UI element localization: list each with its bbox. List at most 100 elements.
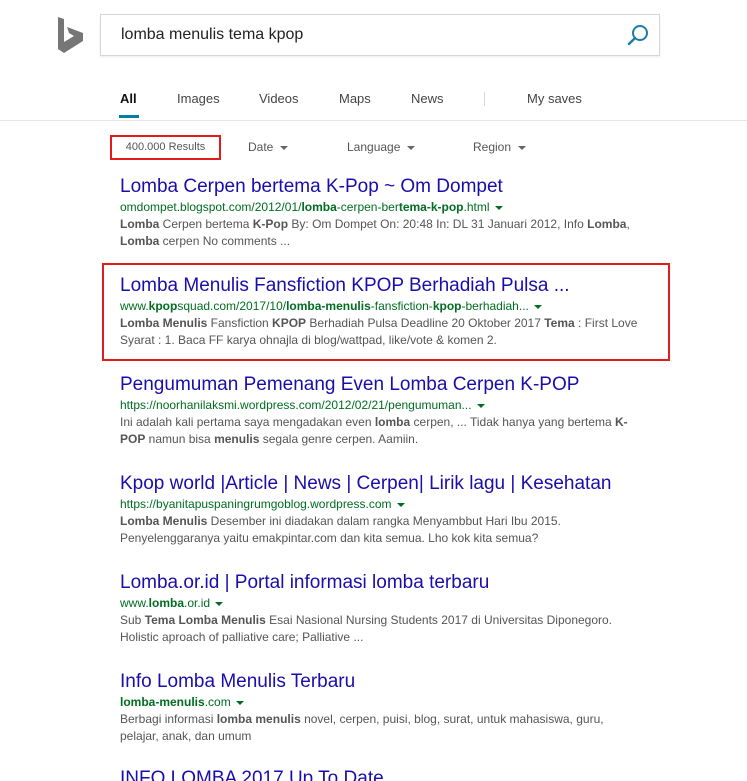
- chevron-down-icon: [407, 145, 416, 150]
- text-segment: -berhadiah...: [461, 299, 529, 313]
- chevron-down-icon: [518, 145, 527, 150]
- search-result: Info Lomba Menulis Terbaru lomba-menulis…: [120, 671, 665, 745]
- highlighted-term: menulis: [214, 432, 260, 446]
- text-segment: www.: [120, 596, 149, 610]
- highlighted-term: Lomba: [587, 217, 627, 231]
- result-title-link[interactable]: Kpop world |Article | News | Cerpen| Lir…: [120, 473, 665, 495]
- highlighted-term: KPOP: [272, 316, 307, 330]
- highlighted-term: Tema: [544, 316, 575, 330]
- chevron-down-icon[interactable]: [235, 700, 244, 705]
- result-snippet: Lomba Menulis Fansfiction KPOP Berhadiah…: [120, 315, 640, 349]
- highlighted-term: lomba-menulis: [286, 299, 371, 313]
- text-segment: .html: [463, 200, 490, 214]
- text-segment: .or.id: [184, 596, 211, 610]
- result-snippet: Ini adalah kali pertama saya mengadakan …: [120, 414, 640, 448]
- tab-maps[interactable]: Maps: [339, 91, 371, 106]
- tab-my-saves[interactable]: My saves: [527, 91, 582, 106]
- search-input[interactable]: [121, 15, 621, 55]
- highlighted-term: Lomba: [120, 234, 160, 248]
- highlighted-term: lomba menulis: [216, 712, 301, 726]
- result-snippet: Lomba Menulis Desember ini diadakan dala…: [120, 513, 640, 547]
- result-title-link[interactable]: Lomba Cerpen bertema K-Pop ~ Om Dompet: [120, 176, 665, 198]
- search-result: Kpop world |Article | News | Cerpen| Lir…: [120, 473, 665, 547]
- highlighted-term: Lomba: [120, 217, 160, 231]
- text-segment: Fansfiction: [207, 316, 273, 330]
- result-url[interactable]: www.lomba.or.id: [120, 595, 665, 611]
- tab-news[interactable]: News: [411, 91, 444, 106]
- search-icon[interactable]: [627, 24, 649, 46]
- highlighted-term: Lomba Menulis: [120, 514, 208, 528]
- region-filter-label: Region: [473, 140, 512, 154]
- highlighted-term: lomba: [148, 596, 185, 610]
- text-segment: -cerpen-ber: [336, 200, 399, 214]
- highlighted-term: tema-k-pop: [398, 200, 464, 214]
- text-segment: cerpen, ... Tidak hanya yang bertema: [410, 415, 615, 429]
- chevron-down-icon[interactable]: [494, 205, 503, 210]
- text-segment: Berbagi informasi: [120, 712, 217, 726]
- highlighted-term: K-Pop: [252, 217, 289, 231]
- active-tab-indicator: [119, 115, 139, 118]
- tab-separator: [484, 92, 485, 106]
- result-url[interactable]: www.kpopsquad.com/2017/10/lomba-menulis-…: [120, 298, 665, 314]
- text-segment: By: Om Dompet On: 20:48 In: DL 31 Januar…: [288, 217, 588, 231]
- search-result: Lomba.or.id | Portal informasi lomba ter…: [120, 572, 665, 646]
- bing-logo-icon[interactable]: [57, 16, 85, 54]
- highlighted-term: kpop: [148, 299, 178, 313]
- text-segment: Ini adalah kali pertama saya mengadakan …: [120, 415, 375, 429]
- text-segment: squad.com/2017/10/: [177, 299, 287, 313]
- search-result: Lomba Cerpen bertema K-Pop ~ Om Dompet o…: [120, 176, 665, 250]
- result-snippet: Sub Tema Lomba Menulis Esai Nasional Nur…: [120, 612, 640, 646]
- filter-bar: 400.000 Results Date Language Region: [0, 132, 747, 162]
- language-filter-label: Language: [347, 140, 401, 154]
- highlighted-term: Tema Lomba Menulis: [144, 613, 266, 627]
- result-title-link[interactable]: Info Lomba Menulis Terbaru: [120, 671, 665, 693]
- tab-images[interactable]: Images: [177, 91, 220, 106]
- search-results-page: All Images Videos Maps News My saves 400…: [0, 0, 747, 781]
- result-title-link[interactable]: Pengumuman Pemenang Even Lomba Cerpen K-…: [120, 374, 665, 396]
- text-segment: cerpen No comments ...: [159, 234, 291, 248]
- search-result: Pengumuman Pemenang Even Lomba Cerpen K-…: [120, 374, 665, 448]
- result-title-link[interactable]: INFO LOMBA 2017 Up To Date: [120, 768, 665, 781]
- result-url[interactable]: lomba-menulis.com: [120, 694, 665, 710]
- text-segment: https://noorhanilaksmi.wordpress.com/201…: [120, 398, 472, 412]
- highlighted-term: lomba: [301, 200, 337, 214]
- text-segment: Sub: [120, 613, 145, 627]
- result-url[interactable]: https://noorhanilaksmi.wordpress.com/201…: [120, 397, 665, 413]
- language-filter[interactable]: Language: [347, 140, 416, 154]
- chevron-down-icon[interactable]: [215, 601, 224, 606]
- text-segment: Cerpen bertema: [159, 217, 253, 231]
- highlighted-term: lomba-menulis: [120, 695, 205, 709]
- chevron-down-icon[interactable]: [476, 403, 485, 408]
- date-filter[interactable]: Date: [248, 140, 289, 154]
- text-segment: ,: [626, 217, 630, 231]
- search-box: [100, 14, 660, 56]
- search-result: INFO LOMBA 2017 Up To Date: [120, 768, 665, 781]
- text-segment: .com: [204, 695, 231, 709]
- text-segment: segala genre cerpen. Aamiin.: [259, 432, 419, 446]
- highlighted-term: kpop: [432, 299, 462, 313]
- chevron-down-icon: [280, 145, 289, 150]
- scope-tabs: All Images Videos Maps News My saves: [0, 84, 747, 121]
- result-title-link[interactable]: Lomba.or.id | Portal informasi lomba ter…: [120, 572, 665, 594]
- date-filter-label: Date: [248, 140, 274, 154]
- search-result: Lomba Menulis Fansfiction KPOP Berhadiah…: [120, 275, 665, 349]
- text-segment: Berhadiah Pulsa Deadline 20 Oktober 2017: [306, 316, 545, 330]
- chevron-down-icon[interactable]: [396, 502, 405, 507]
- result-count: 400.000 Results: [110, 135, 221, 160]
- region-filter[interactable]: Region: [473, 140, 527, 154]
- result-url[interactable]: https://byanitapuspaningrumgoblog.wordpr…: [120, 496, 665, 512]
- highlighted-term: lomba: [374, 415, 411, 429]
- text-segment: omdompet.blogspot.com/2012/01/: [120, 200, 302, 214]
- text-segment: www.: [120, 299, 149, 313]
- result-snippet: Lomba Cerpen bertema K-Pop By: Om Dompet…: [120, 216, 640, 250]
- result-url[interactable]: omdompet.blogspot.com/2012/01/lomba-cerp…: [120, 199, 665, 215]
- chevron-down-icon[interactable]: [533, 304, 542, 309]
- text-segment: namun bisa: [145, 432, 215, 446]
- tab-videos[interactable]: Videos: [259, 91, 299, 106]
- result-snippet: Berbagi informasi lomba menulis novel, c…: [120, 711, 640, 745]
- text-segment: -fansfiction-: [370, 299, 433, 313]
- highlighted-term: Lomba Menulis: [120, 316, 208, 330]
- result-title-link[interactable]: Lomba Menulis Fansfiction KPOP Berhadiah…: [120, 275, 665, 297]
- tab-all[interactable]: All: [120, 91, 137, 106]
- text-segment: https://byanitapuspaningrumgoblog.wordpr…: [120, 497, 392, 511]
